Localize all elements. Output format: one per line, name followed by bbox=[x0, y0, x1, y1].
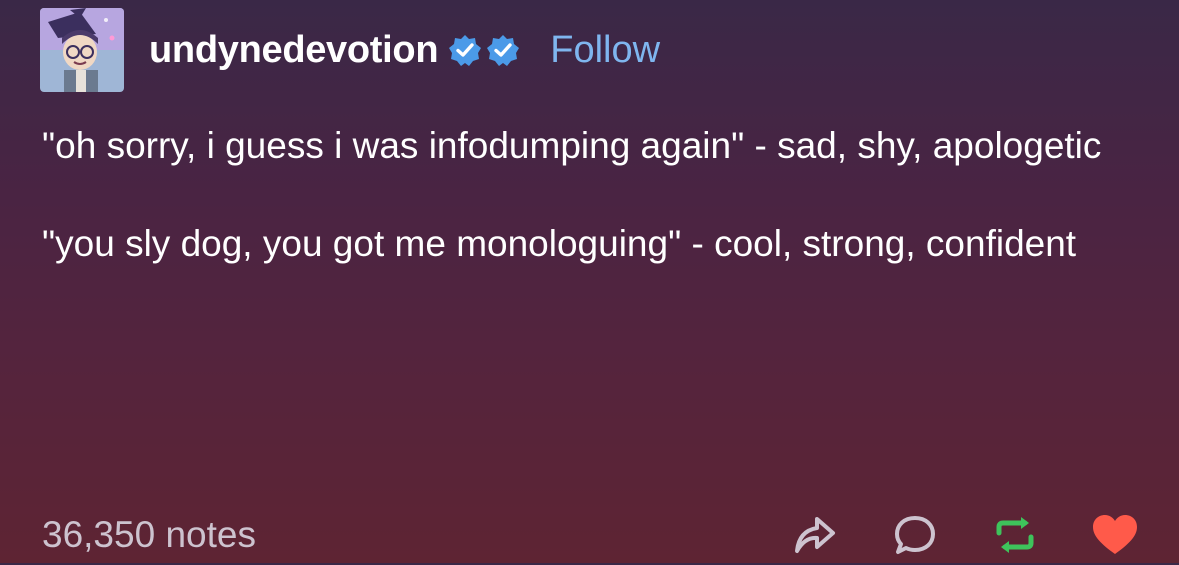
post-actions bbox=[791, 511, 1139, 559]
post-card: undynedevotion Follow "oh sorry, i guess… bbox=[0, 0, 1179, 563]
verified-badge-icon bbox=[487, 35, 520, 66]
like-button[interactable] bbox=[1091, 511, 1139, 559]
share-icon bbox=[795, 517, 835, 553]
reply-icon bbox=[895, 516, 935, 554]
follow-button[interactable]: Follow bbox=[550, 29, 660, 72]
verified-badges bbox=[448, 33, 520, 67]
share-button[interactable] bbox=[791, 511, 839, 559]
post-footer: 36,350 notes bbox=[42, 505, 1139, 565]
heart-icon bbox=[1093, 515, 1137, 554]
avatar-image bbox=[40, 8, 124, 92]
reply-button[interactable] bbox=[891, 511, 939, 559]
reblog-icon bbox=[996, 517, 1034, 553]
post-paragraph: "oh sorry, i guess i was infodumping aga… bbox=[42, 125, 1102, 166]
post-paragraph: "you sly dog, you got me monologuing" - … bbox=[42, 223, 1077, 264]
post-header: undynedevotion Follow bbox=[40, 8, 660, 92]
verified-badge-icon bbox=[449, 35, 482, 66]
notes-count[interactable]: 36,350 notes bbox=[42, 514, 256, 556]
post-body: "oh sorry, i guess i was infodumping aga… bbox=[42, 115, 1142, 311]
avatar[interactable] bbox=[40, 8, 124, 92]
username[interactable]: undynedevotion bbox=[149, 29, 439, 72]
reblog-button[interactable] bbox=[991, 511, 1039, 559]
